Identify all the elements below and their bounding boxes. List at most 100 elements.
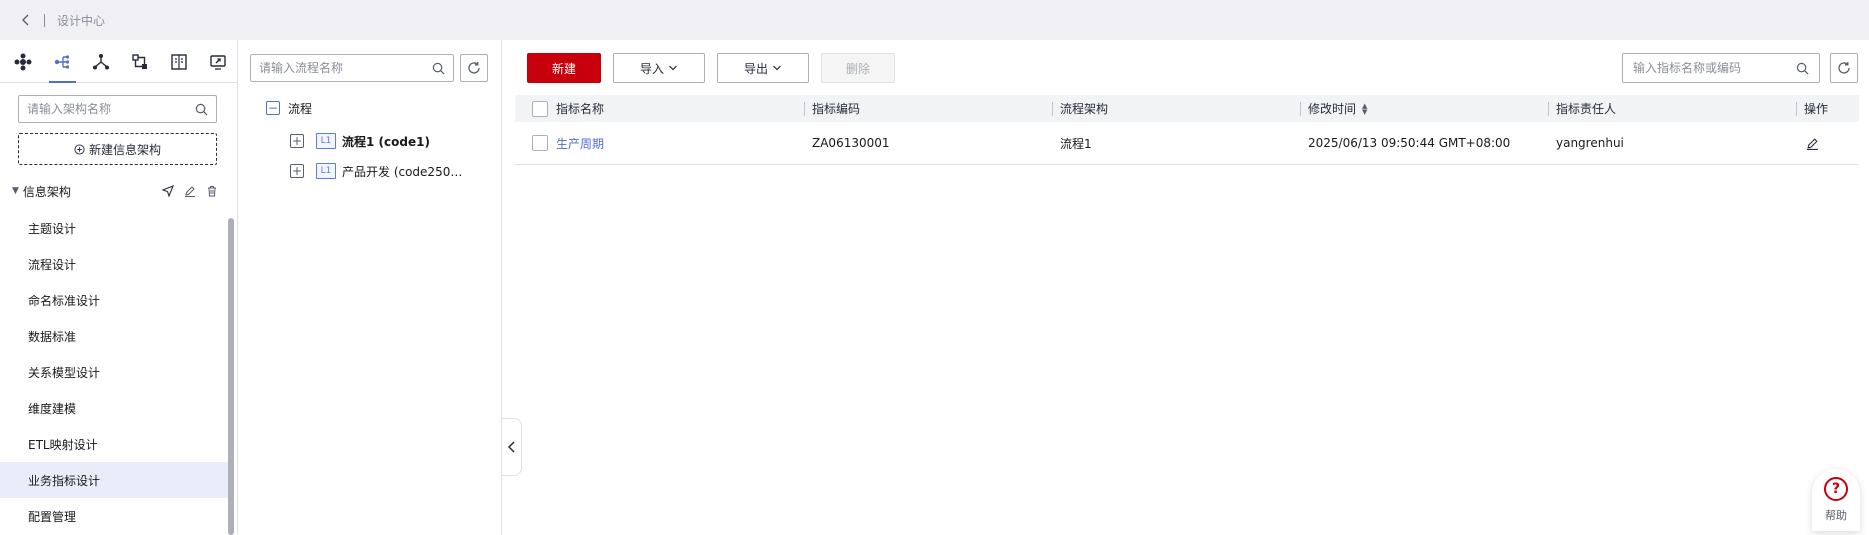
sidebar-item-label: 配置管理 — [28, 509, 77, 524]
module-grid-icon — [14, 53, 32, 70]
metric-search-input[interactable] — [1633, 61, 1796, 75]
table-header: 指标名称 指标编码 流程架构 修改时间 ▲ ▼ 指标责任人 操作 — [515, 95, 1859, 122]
cell-modified: 2025/06/13 09:50:44 GMT+08:00 — [1308, 136, 1511, 150]
architecture-group-header[interactable]: ▼ 信息架构 — [0, 177, 224, 205]
process-tree-panel: − 流程 + L1 流程1 (code1) + L1 产品开发 (code250… — [238, 40, 515, 535]
sidebar-item-etl-mapping[interactable]: ETL映射设计 — [0, 426, 228, 462]
import-button[interactable]: 导入 — [613, 53, 705, 83]
export-label: 导出 — [743, 61, 768, 76]
col-header-label: 指标编码 — [812, 102, 861, 116]
sort-icon[interactable]: ▲ ▼ — [1362, 102, 1367, 115]
select-all-checkbox[interactable] — [532, 100, 548, 117]
process-tree-icon — [55, 54, 70, 69]
architecture-search-field[interactable] — [18, 95, 217, 123]
tab-hierarchy[interactable] — [82, 40, 121, 83]
col-header-label: 修改时间 — [1308, 102, 1357, 116]
nav-scrollbar[interactable] — [228, 218, 234, 535]
cell-arch: 流程1 — [1060, 136, 1092, 151]
new-architecture-button[interactable]: 新建信息架构 — [18, 133, 217, 165]
collapse-icon[interactable]: − — [266, 101, 280, 115]
sidebar-item-label: 主题设计 — [28, 221, 77, 236]
sidebar-item-label: ETL映射设计 — [28, 437, 98, 452]
sidebar-item-label: 命名标准设计 — [28, 293, 101, 308]
table-row: 生产周期 ZA06130001 流程1 2025/06/13 09:50:44 … — [515, 122, 1859, 165]
cell-name: 生产周期 — [515, 122, 804, 164]
left-navigation: 新建信息架构 ▼ 信息架构 主题设计 流程设计 命名标准设计 数据标准 关系模型… — [0, 40, 238, 535]
search-icon[interactable] — [1796, 62, 1809, 75]
col-owner: 指标责任人 — [1548, 95, 1796, 122]
tree-node-label: 流程1 (code1) — [342, 134, 430, 149]
sidebar-item-business-metrics[interactable]: 业务指标设计 — [0, 462, 228, 498]
cell-owner: yangrenhui — [1556, 136, 1624, 150]
metric-search-field[interactable] — [1622, 53, 1820, 83]
export-button[interactable]: 导出 — [717, 53, 809, 83]
panel-collapse-toggle[interactable] — [502, 418, 522, 476]
tab-monitor[interactable] — [198, 40, 237, 83]
flow-icon — [132, 53, 147, 69]
row-checkbox[interactable] — [532, 135, 548, 151]
monitor-icon — [209, 54, 226, 70]
sidebar-item-naming-standard[interactable]: 命名标准设计 — [0, 282, 228, 318]
col-modified[interactable]: 修改时间 ▲ ▼ — [1300, 95, 1548, 122]
edit-icon[interactable] — [184, 185, 196, 197]
sidebar-item-data-standard[interactable]: 数据标准 — [0, 318, 228, 354]
search-icon[interactable] — [432, 62, 445, 75]
chevron-down-icon — [773, 65, 781, 71]
sidebar-item-label: 关系模型设计 — [28, 365, 101, 380]
tab-process-tree[interactable] — [43, 40, 82, 83]
level-badge: L1 — [316, 163, 336, 179]
breadcrumb-divider — [44, 13, 45, 27]
col-header-label: 指标名称 — [556, 102, 605, 116]
col-name: 指标名称 — [515, 95, 804, 122]
refresh-icon — [1838, 62, 1850, 74]
caret-down-icon[interactable]: ▼ — [12, 186, 19, 196]
process-search-field[interactable] — [250, 54, 454, 82]
expand-icon[interactable]: + — [290, 164, 304, 178]
search-icon[interactable] — [195, 103, 208, 116]
architecture-group-title: 信息架构 — [22, 184, 71, 199]
metrics-table: 指标名称 指标编码 流程架构 修改时间 ▲ ▼ 指标责任人 操作 生产周期 ZA0… — [515, 95, 1859, 165]
sidebar-item-label: 数据标准 — [28, 329, 77, 344]
architecture-nav-list: 主题设计 流程设计 命名标准设计 数据标准 关系模型设计 维度建模 ETL映射设… — [0, 210, 228, 534]
help-button[interactable]: ? 帮助 — [1812, 469, 1860, 531]
help-icon: ? — [1824, 477, 1848, 501]
sidebar-item-process-design[interactable]: 流程设计 — [0, 246, 228, 282]
tab-module-grid[interactable] — [4, 40, 43, 83]
metric-name-link[interactable]: 生产周期 — [556, 135, 604, 152]
expand-icon[interactable]: + — [290, 134, 304, 148]
sidebar-item-label: 流程设计 — [28, 257, 77, 272]
back-arrow-icon[interactable] — [18, 12, 34, 28]
tree-root-label: 流程 — [288, 101, 313, 116]
col-header-label: 操作 — [1804, 102, 1829, 116]
send-icon[interactable] — [162, 185, 174, 197]
sidebar-item-topic-design[interactable]: 主题设计 — [0, 210, 228, 246]
tree-root-node[interactable]: − 流程 — [266, 96, 312, 120]
sidebar-item-relational-model[interactable]: 关系模型设计 — [0, 354, 228, 390]
edit-icon[interactable] — [1806, 137, 1819, 150]
col-arch: 流程架构 — [1052, 95, 1300, 122]
architecture-search-input[interactable] — [27, 102, 195, 116]
tab-flow[interactable] — [120, 40, 159, 83]
delete-button[interactable]: 删除 — [821, 53, 895, 83]
tab-book[interactable] — [159, 40, 198, 83]
sidebar-item-config-management[interactable]: 配置管理 — [0, 498, 228, 534]
level-badge: L1 — [316, 133, 336, 149]
chevron-down-icon — [669, 65, 677, 71]
tree-refresh-button[interactable] — [460, 54, 488, 82]
cell-code: ZA06130001 — [812, 136, 890, 150]
chevron-left-icon — [507, 441, 515, 453]
new-architecture-label: 新建信息架构 — [88, 142, 161, 157]
col-header-label: 指标责任人 — [1556, 102, 1617, 116]
new-button[interactable]: 新建 — [527, 53, 601, 83]
sidebar-item-dimension-modeling[interactable]: 维度建模 — [0, 390, 228, 426]
top-bar: 设计中心 — [0, 0, 1869, 40]
delete-icon[interactable] — [206, 185, 218, 197]
breadcrumb: 设计中心 — [57, 13, 106, 28]
tree-node[interactable]: + L1 流程1 (code1) — [290, 126, 515, 156]
process-search-input[interactable] — [259, 61, 432, 75]
sidebar-item-label: 业务指标设计 — [28, 473, 101, 488]
tree-node[interactable]: + L1 产品开发 (code2506... — [290, 156, 500, 186]
hierarchy-icon — [93, 53, 110, 69]
table-refresh-button[interactable] — [1830, 53, 1858, 83]
nav-tabs — [0, 40, 237, 83]
